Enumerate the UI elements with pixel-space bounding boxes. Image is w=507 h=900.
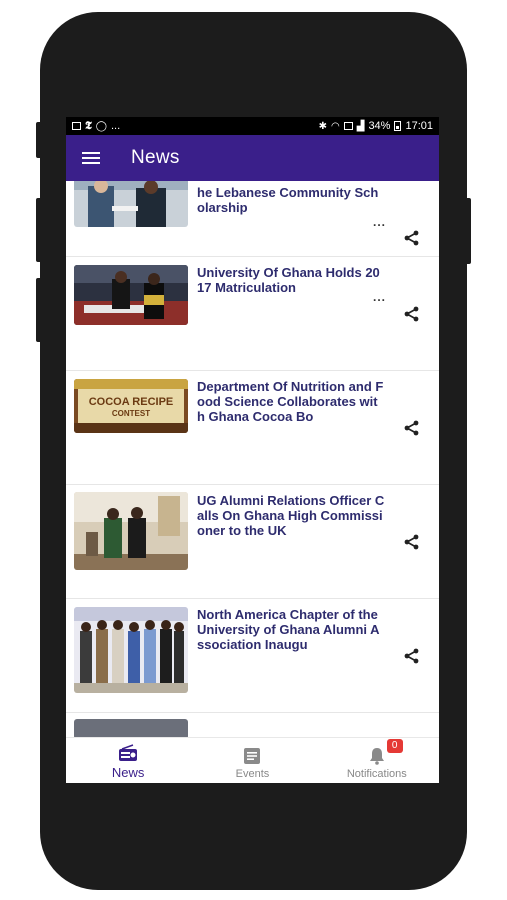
nav-notifications-label: Notifications <box>346 768 407 780</box>
news-item[interactable]: North America Chapter of the University … <box>66 599 439 713</box>
nav-news[interactable]: News <box>66 738 190 783</box>
status-more: ... <box>110 120 121 132</box>
news-list[interactable]: he Lebanese Community Scholarship ... Un… <box>66 181 439 737</box>
phone-side-button-right <box>465 198 471 264</box>
nav-notifications[interactable]: 0 Notifications <box>315 738 439 783</box>
share-icon[interactable] <box>403 305 421 323</box>
app-bar: News <box>66 135 439 181</box>
wifi-icon: ◠ <box>331 120 340 132</box>
battery-icon <box>394 121 402 131</box>
news-item[interactable]: COCOA RECIPE CONTEST Department Of Nutri… <box>66 371 439 485</box>
phone-side-button-left-2 <box>36 198 42 262</box>
news-title[interactable]: Department Of Nutrition and Food Science… <box>197 379 385 424</box>
news-thumbnail[interactable] <box>74 607 188 693</box>
news-item[interactable] <box>66 713 439 737</box>
news-thumbnail[interactable] <box>74 265 188 325</box>
share-icon[interactable] <box>403 229 421 247</box>
news-app-icon: 𝕿 <box>85 119 92 132</box>
sim-icon <box>343 122 353 130</box>
more-options-icon[interactable]: ... <box>373 215 386 229</box>
hamburger-menu-icon[interactable] <box>82 144 110 172</box>
bottom-navigation: News Events 0 Notifications <box>66 737 439 783</box>
news-item[interactable]: University Of Ghana Holds 2017 Matricula… <box>66 257 439 371</box>
thumbnail-caption: CONTEST <box>112 409 150 418</box>
page-title: News <box>131 147 180 168</box>
nav-news-label: News <box>111 765 145 780</box>
bluetooth-icon: ✱ <box>318 120 327 132</box>
whatsapp-icon: ◯ <box>95 120 107 132</box>
news-thumbnail[interactable] <box>74 492 188 570</box>
nav-events[interactable]: Events <box>190 738 314 783</box>
news-item[interactable]: UG Alumni Relations Officer Calls On Gha… <box>66 485 439 599</box>
app-screen: 𝕿 ◯ ... ✱ ◠ ▟ 34% 17:01 News he Lebanese… <box>66 117 439 783</box>
bell-icon <box>369 748 384 765</box>
phone-side-button-left-3 <box>36 278 42 342</box>
news-item[interactable]: he Lebanese Community Scholarship ... <box>66 181 439 257</box>
battery-percent: 34% <box>368 120 391 132</box>
phone-side-button-left <box>36 122 42 158</box>
share-icon[interactable] <box>403 419 421 437</box>
signal-icon: ▟ <box>356 120 365 132</box>
share-icon[interactable] <box>403 533 421 551</box>
news-thumbnail[interactable] <box>74 719 188 737</box>
news-title[interactable]: UG Alumni Relations Officer Calls On Gha… <box>197 493 385 538</box>
status-bar: 𝕿 ◯ ... ✱ ◠ ▟ 34% 17:01 <box>66 117 439 135</box>
news-title[interactable]: University Of Ghana Holds 2017 Matricula… <box>197 265 385 295</box>
more-options-icon[interactable]: ... <box>373 290 386 304</box>
share-icon[interactable] <box>403 647 421 665</box>
radio-icon <box>119 744 138 761</box>
notification-icon <box>72 122 81 130</box>
news-title[interactable]: he Lebanese Community Scholarship <box>197 185 385 215</box>
news-title[interactable]: North America Chapter of the University … <box>197 607 385 652</box>
status-time: 17:01 <box>405 120 433 132</box>
thumbnail-caption: COCOA RECIPE <box>89 396 174 408</box>
news-thumbnail[interactable] <box>74 181 188 227</box>
nav-events-label: Events <box>235 768 270 780</box>
news-thumbnail[interactable]: COCOA RECIPE CONTEST <box>74 379 188 433</box>
list-icon <box>244 748 261 764</box>
notification-count-badge: 0 <box>386 739 403 753</box>
